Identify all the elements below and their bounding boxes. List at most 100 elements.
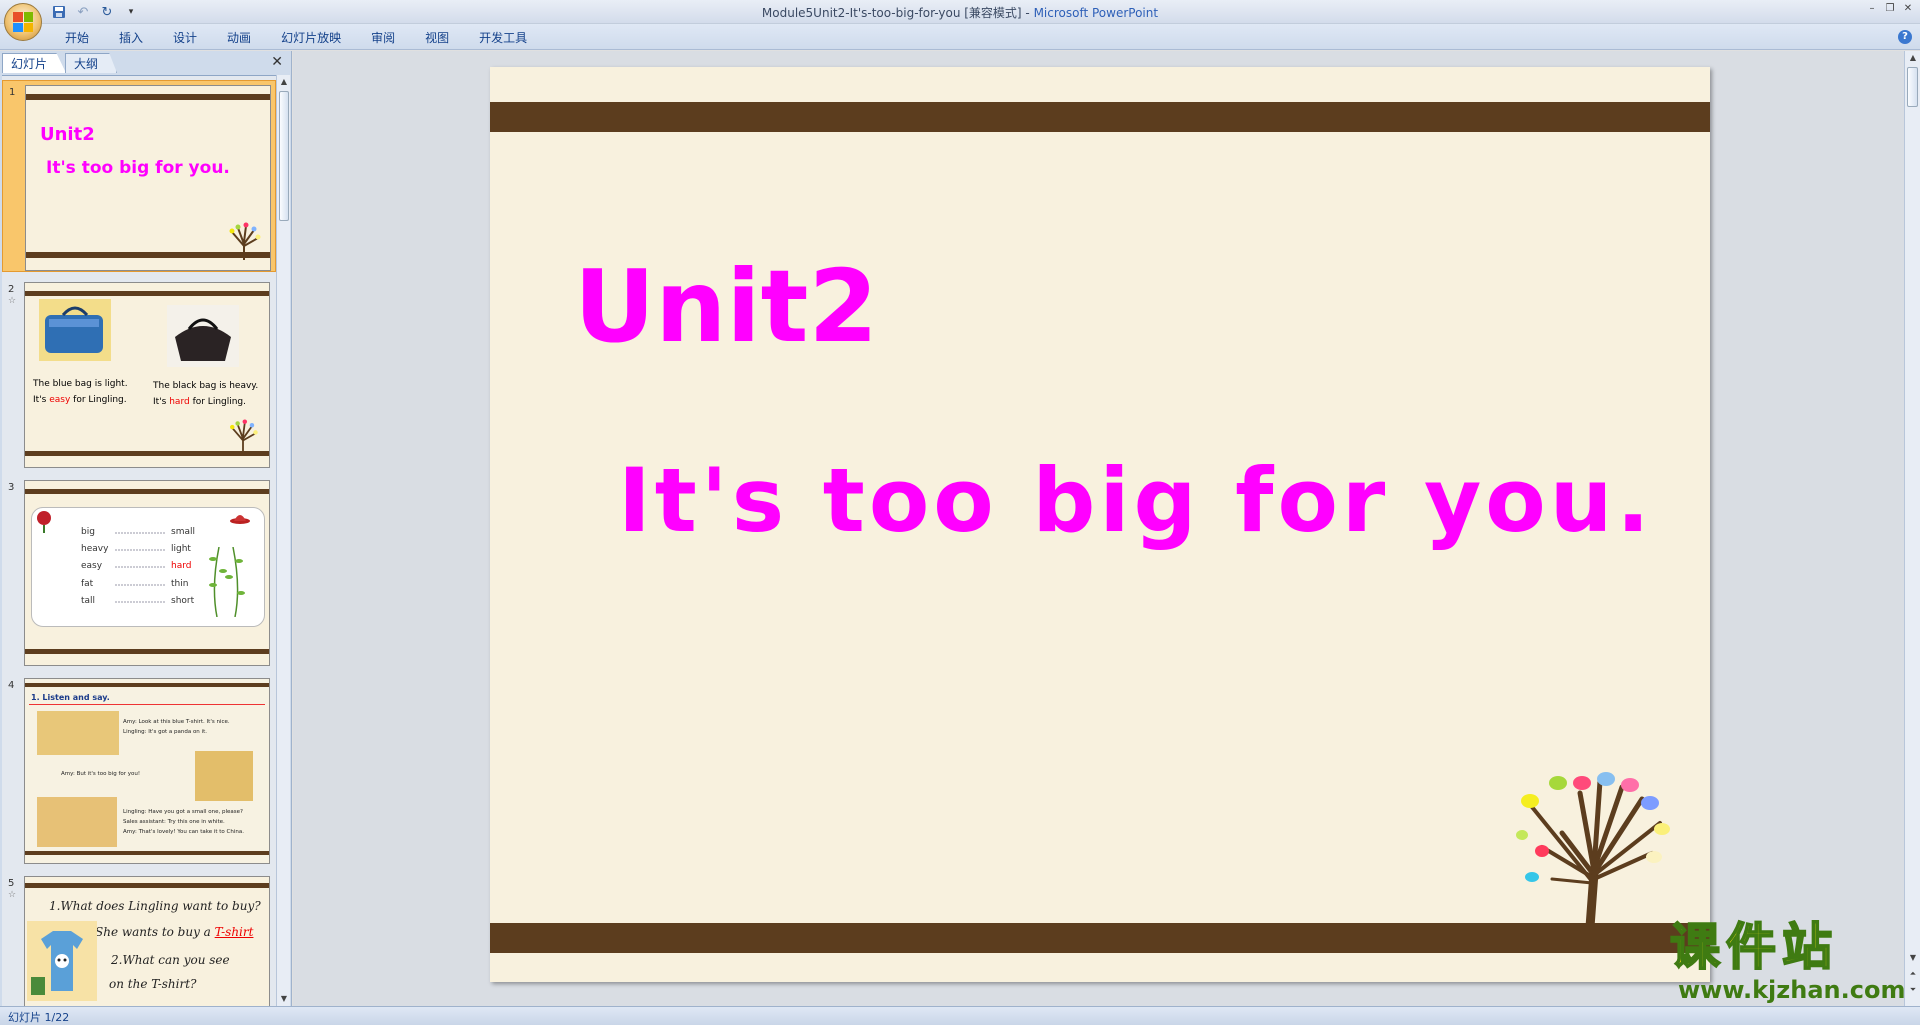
watermark-text: 课件站 bbox=[1669, 918, 1838, 976]
tab-design[interactable]: 设计 bbox=[158, 29, 212, 47]
slide-thumbnail-3[interactable]: 3 big heavy easy fat tall small light ha… bbox=[2, 476, 276, 668]
scroll-down-icon[interactable]: ▼ bbox=[277, 992, 291, 1006]
tab-slideshow[interactable]: 幻灯片放映 bbox=[266, 29, 356, 47]
comic-panel-3 bbox=[37, 797, 117, 847]
slides-panel: 幻灯片 大纲 ✕ 1 Unit2 It's too big for you. 2… bbox=[0, 51, 292, 1006]
slide-number: 1 bbox=[9, 87, 16, 98]
tab-review[interactable]: 审阅 bbox=[356, 29, 410, 47]
thumb-title: Unit2 bbox=[40, 124, 95, 145]
status-bar: 幻灯片 1/22 bbox=[0, 1006, 1920, 1025]
restore-icon[interactable]: ❐ bbox=[1882, 2, 1898, 16]
caption-right-1: The black bag is heavy. bbox=[153, 381, 259, 391]
dialog-line-1: Amy: Look at this blue T-shirt. It's nic… bbox=[123, 719, 230, 725]
thumbnail-scrollbar[interactable]: ▲ ▼ bbox=[276, 75, 290, 1006]
word-left-5: tall bbox=[81, 596, 96, 606]
vine-icon bbox=[209, 547, 245, 617]
watermark-logo: 课件站 www.kjzhan.com bbox=[1668, 918, 1906, 1006]
current-slide[interactable]: Unit2 It's too big for you. bbox=[490, 67, 1710, 982]
caption-left-1: The blue bag is light. bbox=[33, 379, 128, 389]
office-button[interactable] bbox=[4, 3, 42, 41]
title-bar: ↶ ↻ ▾ Module5Unit2-It's-too-big-for-you … bbox=[0, 0, 1920, 41]
tab-view[interactable]: 视图 bbox=[410, 29, 464, 47]
comic-panel-2 bbox=[195, 751, 253, 801]
tab-developer[interactable]: 开发工具 bbox=[464, 29, 542, 47]
word-left-2: heavy bbox=[81, 544, 109, 554]
tree-icon bbox=[230, 419, 258, 453]
window-title: Module5Unit2-It's-too-big-for-you [兼容模式]… bbox=[0, 4, 1920, 21]
panel-close-icon[interactable]: ✕ bbox=[271, 54, 283, 70]
slide-thumbnail-5[interactable]: 5 ☆ 1.What does Lingling want to buy? Sh… bbox=[2, 872, 276, 1006]
dialog-line-4: Lingling: Have you got a small one, plea… bbox=[123, 809, 243, 815]
slide-scrollbar[interactable]: ▲ ▼ ⏶ ⏷ bbox=[1904, 51, 1920, 1006]
office-logo-icon bbox=[13, 12, 33, 32]
scroll-up-icon[interactable]: ▲ bbox=[277, 75, 291, 89]
minimize-icon[interactable]: – bbox=[1864, 2, 1880, 16]
top-band bbox=[26, 94, 270, 100]
app-name: Microsoft PowerPoint bbox=[1033, 6, 1159, 20]
bottom-band bbox=[25, 851, 269, 855]
slide-preview: 1.What does Lingling want to buy? She wa… bbox=[24, 876, 270, 1006]
dialog-line-5: Sales assistant: Try this one in white. bbox=[123, 819, 225, 825]
slide-number: 4 bbox=[8, 680, 15, 691]
window-controls: – ❐ ✕ bbox=[1864, 2, 1916, 16]
flower-icon bbox=[37, 511, 51, 533]
word-left-3: easy bbox=[81, 561, 103, 571]
slide-subtitle[interactable]: It's too big for you. bbox=[618, 457, 1654, 545]
close-icon[interactable]: ✕ bbox=[1900, 2, 1916, 16]
tab-outline[interactable]: 大纲 bbox=[65, 53, 118, 73]
dialog-line-3: Amy: But it's too big for you! bbox=[61, 771, 141, 777]
help-icon[interactable]: ? bbox=[1898, 30, 1912, 44]
tab-slides[interactable]: 幻灯片 bbox=[2, 53, 67, 73]
slide-counter: 幻灯片 1/22 bbox=[8, 1011, 70, 1024]
dialog-line-6: Amy: That's lovely! You can take it to C… bbox=[123, 829, 245, 835]
heading-rule bbox=[29, 704, 265, 705]
scroll-down-icon[interactable]: ▼ bbox=[1905, 951, 1920, 965]
scroll-up-icon[interactable]: ▲ bbox=[1905, 51, 1920, 65]
caption-left-2: It's easy for Lingling. bbox=[33, 395, 127, 405]
ribbon: 开始 插入 设计 动画 幻灯片放映 审阅 视图 开发工具 ? bbox=[0, 24, 1920, 50]
word-left-4: fat bbox=[81, 579, 94, 589]
scrollbar-thumb[interactable] bbox=[1907, 67, 1918, 107]
question-2a: 2.What can you see bbox=[111, 953, 230, 967]
tshirt-picture bbox=[27, 921, 97, 1001]
slide-thumbnail-4[interactable]: 4 1. Listen and say. Amy: Look at this b… bbox=[2, 674, 276, 866]
dialog-line-2: Lingling: It's got a panda on it. bbox=[123, 729, 207, 735]
blue-bag-image bbox=[39, 299, 111, 361]
word-right-5: short bbox=[171, 596, 195, 606]
next-slide-icon[interactable]: ⏷ bbox=[1905, 983, 1920, 997]
tab-animations[interactable]: 动画 bbox=[212, 29, 266, 47]
top-band bbox=[25, 291, 269, 296]
scrollbar-thumb[interactable] bbox=[279, 91, 289, 221]
word-right-1: small bbox=[171, 527, 195, 537]
slide-number: 2 bbox=[8, 284, 15, 295]
hat-icon bbox=[230, 515, 250, 524]
slide-preview: big heavy easy fat tall small light hard… bbox=[24, 480, 270, 666]
word-right-3: hard bbox=[171, 561, 192, 571]
top-band bbox=[25, 489, 269, 494]
top-band bbox=[25, 883, 269, 888]
slide-thumbnail-1[interactable]: 1 Unit2 It's too big for you. bbox=[2, 80, 276, 272]
word-left-1: big bbox=[81, 527, 95, 537]
ribbon-tabs: 开始 插入 设计 动画 幻灯片放映 审阅 视图 开发工具 bbox=[50, 29, 542, 47]
tab-home[interactable]: 开始 bbox=[50, 29, 104, 47]
document-title: Module5Unit2-It's-too-big-for-you [兼容模式]… bbox=[761, 6, 1034, 20]
slide-thumbnail-2[interactable]: 2 ☆ The blue bag is light. It's easy for… bbox=[2, 278, 276, 470]
animation-star-icon: ☆ bbox=[8, 890, 17, 900]
panel-tabs: 幻灯片 大纲 bbox=[2, 53, 118, 73]
answer-1: She wants to buy a T-shirt bbox=[95, 925, 254, 939]
word-right-2: light bbox=[171, 544, 191, 554]
top-band bbox=[490, 102, 1710, 132]
connector-lines bbox=[115, 532, 165, 603]
thumb-heading: 1. Listen and say. bbox=[31, 693, 110, 702]
slide-title[interactable]: Unit2 bbox=[574, 257, 878, 357]
thumb-subtitle: It's too big for you. bbox=[46, 158, 230, 178]
tab-insert[interactable]: 插入 bbox=[104, 29, 158, 47]
tree-icon bbox=[1516, 772, 1670, 927]
slide-number: 3 bbox=[8, 482, 15, 493]
black-bag-image bbox=[167, 305, 239, 367]
slide-preview: 1. Listen and say. Amy: Look at this blu… bbox=[24, 678, 270, 864]
previous-slide-icon[interactable]: ⏶ bbox=[1905, 967, 1920, 981]
question-2b: on the T-shirt? bbox=[109, 977, 197, 991]
slide-preview: Unit2 It's too big for you. bbox=[25, 85, 271, 271]
watermark-url: www.kjzhan.com bbox=[1678, 976, 1906, 1004]
